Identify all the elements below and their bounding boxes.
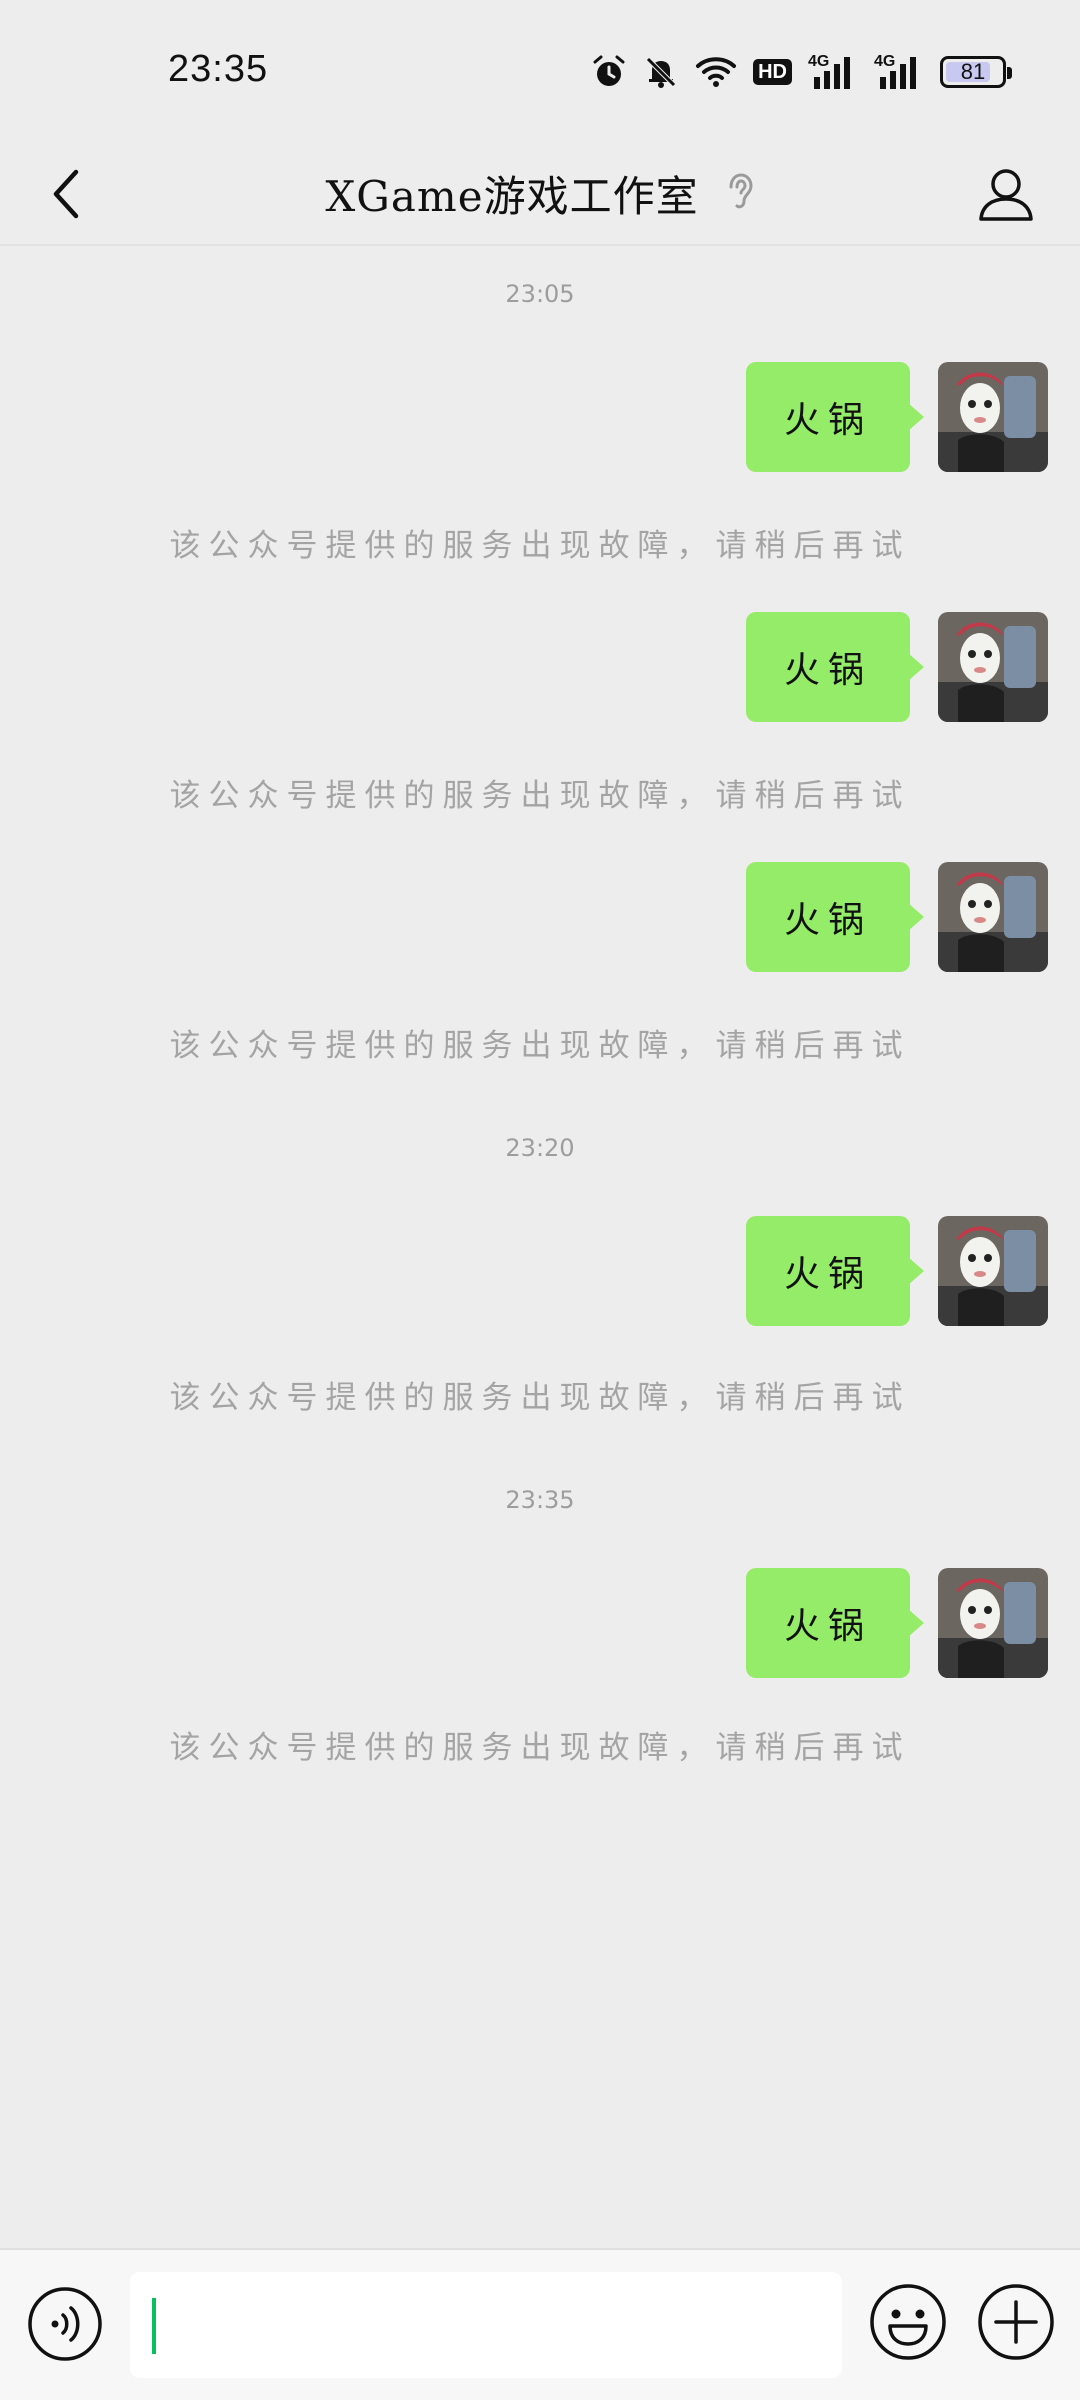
status-bar: 23:35 HD 4G 4G 81 <box>0 0 1080 140</box>
voice-icon <box>28 2287 102 2361</box>
user-message: 火锅 <box>448 862 1048 972</box>
system-message: 该公众号提供的服务出现故障，请稍后再试 <box>169 1380 911 1416</box>
avatar[interactable] <box>938 862 1048 972</box>
wifi-icon <box>695 54 737 90</box>
user-message: 火锅 <box>448 362 1048 472</box>
hd-badge: HD <box>753 59 792 85</box>
avatar[interactable] <box>938 1216 1048 1326</box>
battery-level: 81 <box>960 59 986 84</box>
user-message: 火锅 <box>448 612 1048 722</box>
message-input[interactable] <box>130 2272 842 2378</box>
profile-button[interactable] <box>964 152 1048 236</box>
emoji-button[interactable] <box>868 2282 948 2362</box>
avatar[interactable] <box>938 612 1048 722</box>
ear-icon <box>725 171 755 215</box>
battery-icon: 81 <box>940 56 1012 88</box>
timestamp: 23:35 <box>505 1486 575 1514</box>
input-bar <box>0 2248 1080 2400</box>
nav-bar: XGame游戏工作室 <box>0 140 1080 246</box>
system-message: 该公众号提供的服务出现故障，请稍后再试 <box>169 778 911 814</box>
timestamp: 23:05 <box>505 280 575 308</box>
signal-4g-icon: 4G <box>874 53 924 91</box>
message-bubble[interactable]: 火锅 <box>745 362 925 472</box>
avatar[interactable] <box>938 362 1048 472</box>
person-icon <box>979 169 1033 221</box>
system-message: 该公众号提供的服务出现故障，请稍后再试 <box>169 528 911 564</box>
avatar[interactable] <box>938 1568 1048 1678</box>
timestamp: 23:20 <box>505 1134 575 1162</box>
status-time: 23:35 <box>168 48 269 90</box>
voice-button[interactable] <box>27 2286 103 2362</box>
message-bubble[interactable]: 火锅 <box>745 1568 925 1678</box>
plus-circle-icon <box>978 2284 1054 2360</box>
chat-area[interactable]: 23:05 火锅 该公众号提供的服务出现故障，请稍后再试 火锅 该公众号提供的服… <box>0 248 1080 2248</box>
nav-title-group: XGame游戏工作室 <box>0 140 1080 246</box>
user-message: 火锅 <box>448 1568 1048 1678</box>
system-message: 该公众号提供的服务出现故障，请稍后再试 <box>169 1028 911 1064</box>
system-message: 该公众号提供的服务出现故障，请稍后再试 <box>169 1730 911 1766</box>
status-icons: HD 4G 4G 81 <box>591 50 1012 94</box>
alarm-icon <box>591 54 627 90</box>
signal-4g-icon: 4G <box>808 53 858 91</box>
more-button[interactable] <box>976 2282 1056 2362</box>
text-caret <box>152 2298 156 2354</box>
mute-bell-icon <box>643 54 679 90</box>
emoji-icon <box>870 2284 946 2360</box>
message-bubble[interactable]: 火锅 <box>745 1216 925 1326</box>
page-title: XGame游戏工作室 <box>325 171 699 221</box>
user-message: 火锅 <box>448 1216 1048 1326</box>
message-bubble[interactable]: 火锅 <box>745 862 925 972</box>
message-bubble[interactable]: 火锅 <box>745 612 925 722</box>
